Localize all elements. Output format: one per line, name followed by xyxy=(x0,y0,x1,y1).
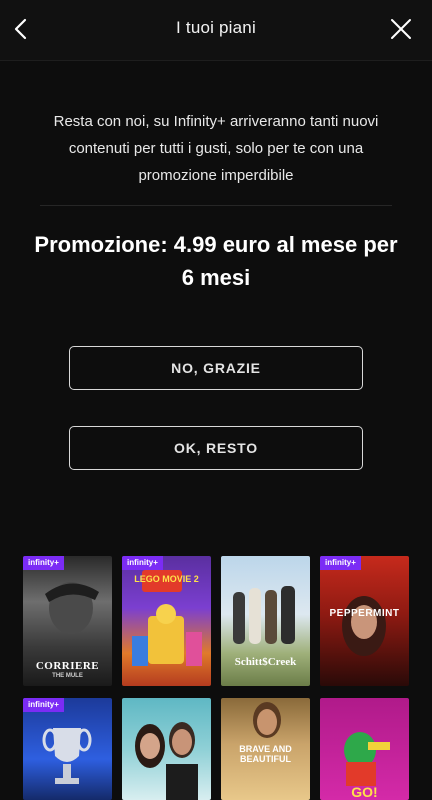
message-line: promozione imperdibile xyxy=(138,167,294,184)
page-title: I tuoi piani xyxy=(176,18,256,37)
poster-title: BRAVE AND BEAUTIFUL xyxy=(239,744,292,764)
poster-lego-movie-2[interactable]: infinity+ LEGO MOVIE 2 xyxy=(122,556,211,686)
promo-line: Promozione: 4.99 euro al mese per xyxy=(34,232,398,257)
poster-subtitle: THE MULE xyxy=(52,673,83,679)
poster-title: CORRIERE xyxy=(35,660,100,672)
message-line: Resta con noi, su Infinity+ arriveranno … xyxy=(53,113,379,130)
poster-title: Schitt$Creek xyxy=(234,656,297,668)
poster-teen-titans-go[interactable]: GO! xyxy=(320,698,409,800)
message-line: contenuti per tutti i gusti, solo per te… xyxy=(68,140,364,157)
poster-title: GO! xyxy=(351,784,378,800)
poster-peppermint[interactable]: infinity+ PEPPERMINT xyxy=(320,556,409,686)
poster-title: LEGO MOVIE 2 xyxy=(134,574,199,584)
poster-corriere[interactable]: infinity+ CORRIERE THE MULE xyxy=(23,556,112,686)
top-bar: I tuoi piani xyxy=(0,0,432,61)
poster-love-is-in-the-air[interactable] xyxy=(122,698,211,800)
poster-artwork xyxy=(135,722,198,800)
divider xyxy=(40,205,392,206)
promo-line: 6 mesi xyxy=(181,265,251,290)
close-icon xyxy=(391,19,411,39)
promo-offer: Promozione: 4.99 euro al mese per 6 mesi xyxy=(10,228,422,294)
poster-title: PEPPERMINT xyxy=(329,608,400,619)
close-button[interactable] xyxy=(388,16,414,42)
poster-brave-and-beautiful[interactable]: BRAVE AND BEAUTIFUL xyxy=(221,698,310,800)
poster-artwork xyxy=(342,596,386,656)
accept-button[interactable]: OK, RESTO xyxy=(69,426,363,470)
decline-button[interactable]: NO, GRAZIE xyxy=(69,346,363,390)
poster-champions-league[interactable]: infinity+ xyxy=(23,698,112,800)
trophy-icon xyxy=(42,728,92,784)
poster-schitts-creek[interactable]: Schitt$Creek xyxy=(221,556,310,686)
retention-message: Resta con noi, su Infinity+ arriveranno … xyxy=(24,108,408,189)
